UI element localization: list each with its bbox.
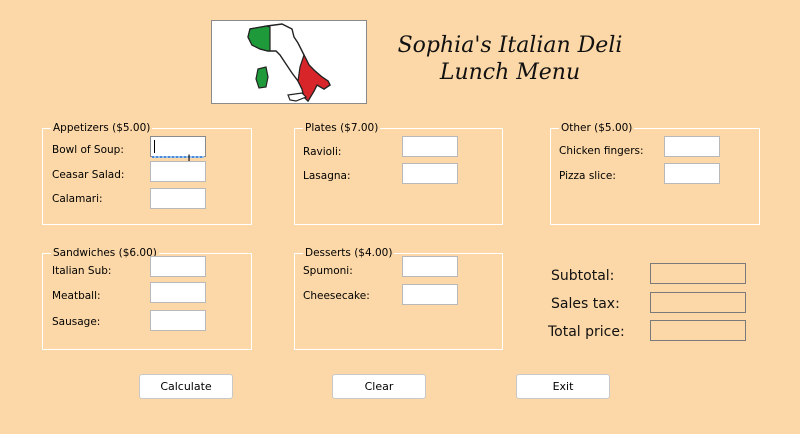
lasagna-input[interactable] bbox=[402, 163, 458, 184]
plates-legend: Plates ($7.00) bbox=[303, 121, 381, 135]
total-price-label: Total price: bbox=[548, 324, 625, 340]
pizza-slice-input[interactable] bbox=[664, 163, 720, 184]
caesar-salad-input[interactable] bbox=[150, 161, 206, 182]
ravioli-label: Ravioli: bbox=[303, 146, 342, 158]
sausage-input[interactable] bbox=[150, 310, 206, 331]
spumoni-input[interactable] bbox=[402, 256, 458, 277]
sausage-label: Sausage: bbox=[52, 316, 101, 328]
cheesecake-label: Cheesecake: bbox=[303, 290, 370, 302]
title-line-2: Lunch Menu bbox=[439, 60, 581, 85]
italy-flag-map-icon bbox=[247, 23, 331, 103]
page-title: Sophia's Italian Deli Lunch Menu bbox=[380, 32, 640, 86]
calamari-input[interactable] bbox=[150, 188, 206, 209]
sandwiches-legend: Sandwiches ($6.00) bbox=[51, 246, 159, 260]
ravioli-input[interactable] bbox=[402, 136, 458, 157]
lasagna-label: Lasagna: bbox=[303, 170, 351, 182]
exit-button[interactable]: Exit bbox=[516, 374, 610, 399]
cheesecake-input[interactable] bbox=[402, 284, 458, 305]
appetizers-legend: Appetizers ($5.00) bbox=[51, 121, 153, 135]
title-line-1: Sophia's Italian Deli bbox=[397, 33, 623, 58]
calculate-button[interactable]: Calculate bbox=[139, 374, 233, 399]
chicken-fingers-input[interactable] bbox=[664, 136, 720, 157]
other-legend: Other ($5.00) bbox=[559, 121, 635, 135]
bowl-of-soup-input[interactable]: Ⅰ bbox=[150, 136, 206, 168]
desserts-legend: Desserts ($4.00) bbox=[303, 246, 395, 260]
total-price-output bbox=[650, 320, 746, 341]
caesar-salad-label: Ceasar Salad: bbox=[52, 169, 125, 181]
sales-tax-output bbox=[650, 292, 746, 313]
sales-tax-label: Sales tax: bbox=[551, 296, 620, 312]
italy-flag-map-logo bbox=[211, 20, 367, 104]
bowl-of-soup-label: Bowl of Soup: bbox=[52, 144, 124, 156]
focus-underline bbox=[152, 156, 204, 158]
subtotal-label: Subtotal: bbox=[551, 268, 615, 284]
meatball-input[interactable] bbox=[150, 282, 206, 303]
subtotal-output bbox=[650, 263, 746, 284]
pizza-slice-label: Pizza slice: bbox=[559, 170, 616, 182]
italian-sub-input[interactable] bbox=[150, 256, 206, 277]
clear-button[interactable]: Clear bbox=[332, 374, 426, 399]
italian-sub-label: Italian Sub: bbox=[52, 265, 112, 277]
spumoni-label: Spumoni: bbox=[303, 265, 353, 277]
chicken-fingers-label: Chicken fingers: bbox=[559, 145, 644, 157]
text-caret bbox=[154, 140, 155, 153]
meatball-label: Meatball: bbox=[52, 290, 101, 302]
calamari-label: Calamari: bbox=[52, 193, 103, 205]
